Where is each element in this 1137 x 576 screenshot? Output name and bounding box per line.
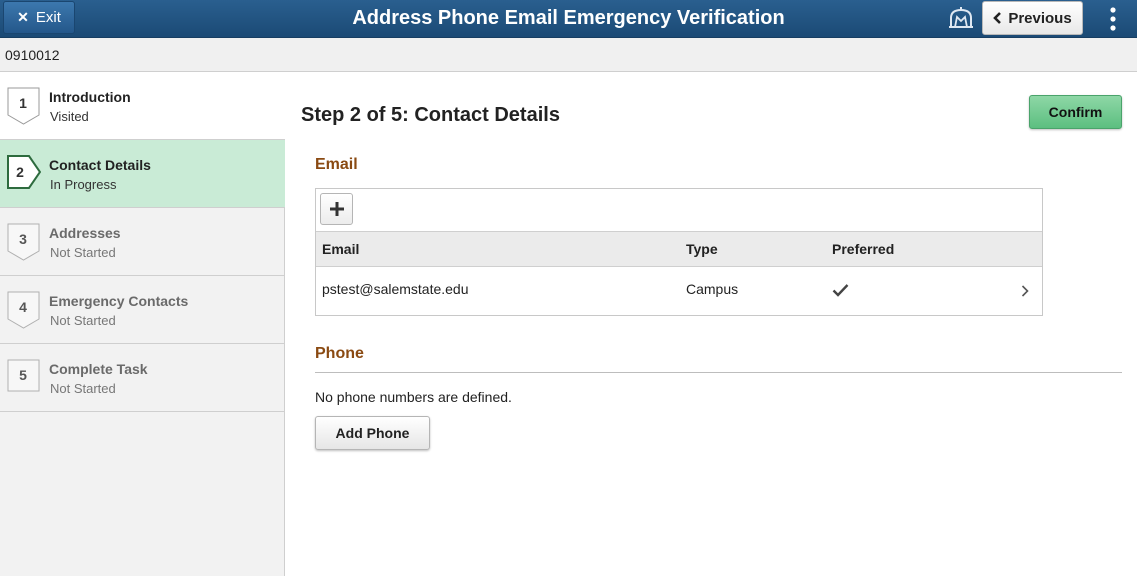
main-content: Step 2 of 5: Contact Details Confirm Ema… [286, 72, 1137, 576]
checkmark-icon [832, 284, 849, 297]
step-complete-task[interactable]: 5 Complete Task Not Started [0, 344, 285, 412]
step-number: 3 [19, 231, 27, 247]
more-options-icon[interactable] [1103, 5, 1123, 33]
exit-button[interactable]: ✕ Exit [3, 1, 75, 34]
step-addresses[interactable]: 3 Addresses Not Started [0, 208, 285, 276]
notification-flag-icon[interactable] [946, 6, 976, 32]
step-label: Addresses [49, 225, 121, 241]
page-header-title: Address Phone Email Emergency Verificati… [352, 7, 785, 29]
step-introduction[interactable]: 1 Introduction Visited [0, 72, 285, 140]
table-row[interactable]: pstest@salemstate.edu Campus [316, 267, 1042, 315]
confirm-button[interactable]: Confirm [1029, 95, 1122, 129]
email-grid-header: Email Type Preferred [316, 231, 1042, 267]
step-status: In Progress [50, 177, 117, 192]
step-status: Not Started [50, 381, 116, 396]
step-badge: 2 [7, 155, 41, 193]
step-number: 1 [19, 95, 27, 111]
step-badge: 1 [7, 87, 41, 125]
step-status: Not Started [50, 245, 116, 260]
column-header-email: Email [322, 241, 360, 257]
step-label: Emergency Contacts [49, 293, 189, 309]
previous-label: Previous [1008, 9, 1072, 27]
step-number: 4 [19, 299, 27, 315]
step-badge: 5 [7, 359, 41, 397]
step-badge: 4 [7, 291, 41, 329]
phone-section-title: Phone [315, 345, 364, 362]
add-email-button[interactable] [320, 193, 353, 225]
email-type-cell: Campus [686, 281, 739, 297]
step-number: 5 [19, 367, 27, 383]
top-banner: ✕ Exit Address Phone Email Emergency Ver… [0, 0, 1137, 38]
employee-id: 0910012 [5, 47, 60, 63]
chevron-left-icon [993, 12, 1002, 24]
step-status: Not Started [50, 313, 116, 328]
close-icon: ✕ [17, 9, 29, 25]
step-number: 2 [16, 164, 24, 180]
email-address-cell: pstest@salemstate.edu [322, 281, 469, 297]
step-badge: 3 [7, 223, 41, 261]
column-header-type: Type [686, 241, 718, 257]
step-emergency-contacts[interactable]: 4 Emergency Contacts Not Started [0, 276, 285, 344]
step-contact-details[interactable]: 2 Contact Details In Progress [0, 140, 285, 208]
column-header-preferred: Preferred [832, 241, 895, 257]
activity-guide-sidebar: 1 Introduction Visited 2 Contact Details… [0, 72, 285, 576]
chevron-right-icon[interactable] [1020, 284, 1030, 298]
email-grid: Email Type Preferred pstest@salemstate.e… [315, 188, 1043, 316]
context-bar: 0910012 [0, 38, 1137, 72]
section-divider [315, 372, 1122, 373]
no-phone-message: No phone numbers are defined. [315, 389, 512, 405]
step-status: Visited [50, 109, 89, 124]
plus-icon [329, 202, 344, 216]
page-title: Step 2 of 5: Contact Details [301, 104, 560, 126]
step-label: Complete Task [49, 361, 148, 377]
email-section-title: Email [315, 156, 358, 173]
exit-label: Exit [35, 9, 61, 26]
step-label: Introduction [49, 89, 131, 105]
step-label: Contact Details [49, 157, 151, 173]
add-phone-button[interactable]: Add Phone [315, 416, 430, 450]
previous-button[interactable]: Previous [982, 1, 1083, 35]
